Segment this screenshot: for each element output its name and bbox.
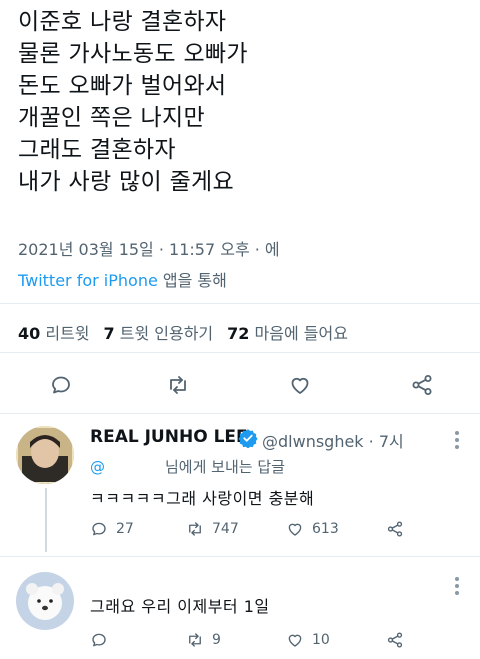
reply-retweet-button[interactable]: 747 xyxy=(186,518,239,540)
share-icon xyxy=(412,375,432,395)
tweet-text: 이준호 나랑 결혼하자 물론 가사노동도 오빠가 돈도 오빠가 벌어와서 개꿀인… xyxy=(18,6,468,198)
reply-icon xyxy=(92,522,106,536)
retweet-count: 747 xyxy=(212,521,239,537)
quotes-stat[interactable]: 7 트윗 인용하기 xyxy=(104,324,214,343)
retweet-count: 9 xyxy=(212,632,221,648)
heart-icon xyxy=(288,634,302,647)
share-icon xyxy=(387,632,403,648)
replying-to-mention[interactable]: @ xyxy=(90,458,105,476)
reply-display-name[interactable]: REAL JUNHO LEE xyxy=(90,427,248,447)
like-count: 10 xyxy=(312,632,330,648)
source-app-link[interactable]: Twitter for iPhone xyxy=(18,271,158,290)
quotes-label: 트윗 인용하기 xyxy=(114,324,214,343)
like-button[interactable] xyxy=(285,370,315,400)
retweet-icon xyxy=(189,522,201,536)
heart-icon xyxy=(288,523,302,536)
likes-label: 마음에 들어요 xyxy=(249,324,348,343)
tweet-line: 개꿀인 쪽은 나지만 xyxy=(18,105,205,131)
reply-share-button[interactable] xyxy=(386,629,412,651)
reply-text: 그래요 우리 이제부터 1일 xyxy=(90,597,270,616)
reply-retweet-button[interactable]: 9 xyxy=(186,629,221,651)
heart-icon xyxy=(291,377,309,394)
likes-count: 72 xyxy=(227,324,250,343)
tweet-line: 내가 사랑 많이 줄게요 xyxy=(18,169,234,195)
share-icon xyxy=(387,521,403,537)
divider xyxy=(0,413,480,414)
reply-like-button[interactable]: 613 xyxy=(286,518,339,540)
divider xyxy=(0,303,480,304)
tweet-timestamp[interactable]: 2021년 03월 15일 · 11:57 오후 · 에 xyxy=(18,236,280,260)
reply-like-button[interactable]: 10 xyxy=(286,629,330,651)
tweet-actions xyxy=(0,370,480,400)
quotes-count: 7 xyxy=(103,324,115,343)
retweets-label: 리트윗 xyxy=(40,324,90,343)
retweet-icon xyxy=(170,376,186,394)
reply-icon xyxy=(92,633,106,647)
avatar[interactable] xyxy=(16,426,74,484)
thread-line xyxy=(45,488,47,552)
retweets-stat[interactable]: 40 리트윗 xyxy=(18,324,90,343)
share-button[interactable] xyxy=(407,370,437,400)
reply-button[interactable] xyxy=(46,370,76,400)
retweet-button[interactable] xyxy=(163,370,193,400)
divider xyxy=(0,556,480,557)
reply-text: ㅋㅋㅋㅋㅋ그래 사랑이면 충분해 xyxy=(90,489,315,508)
likes-stat[interactable]: 72 마음에 들어요 xyxy=(227,324,348,343)
divider xyxy=(0,352,480,353)
more-options-button[interactable] xyxy=(452,576,462,596)
replying-to-text: 님에게 보내는 답글 xyxy=(165,458,285,476)
tweet-line: 물론 가사노동도 오빠가 xyxy=(18,41,248,67)
like-count: 613 xyxy=(312,521,339,537)
more-options-button[interactable] xyxy=(452,430,462,450)
reply-handle[interactable]: @dlwnsghek · 7시 xyxy=(262,428,404,452)
source-suffix: 앱을 통해 xyxy=(157,271,227,290)
reply-share-button[interactable] xyxy=(386,518,412,540)
tweet-line: 돈도 오빠가 벌어와서 xyxy=(18,73,227,99)
retweets-count: 40 xyxy=(18,324,41,343)
reply-icon xyxy=(52,376,70,394)
tweet-source: Twitter for iPhone 앱을 통해 xyxy=(18,267,227,291)
replying-to: @ 님에게 보내는 답글 xyxy=(90,456,285,477)
reply-count: 27 xyxy=(116,521,134,537)
retweet-icon xyxy=(189,633,201,647)
tweet-stats: 40 리트윗 7 트윗 인용하기 72 마음에 들어요 xyxy=(18,320,348,344)
more-icon xyxy=(455,577,459,595)
tweet-line: 그래도 결혼하자 xyxy=(18,137,176,163)
more-icon xyxy=(455,431,459,449)
verified-badge-icon xyxy=(238,429,258,448)
reply-reply-button[interactable] xyxy=(90,629,116,651)
avatar[interactable] xyxy=(16,572,74,630)
reply-reply-button[interactable]: 27 xyxy=(90,518,134,540)
tweet-line: 이준호 나랑 결혼하자 xyxy=(18,9,227,35)
